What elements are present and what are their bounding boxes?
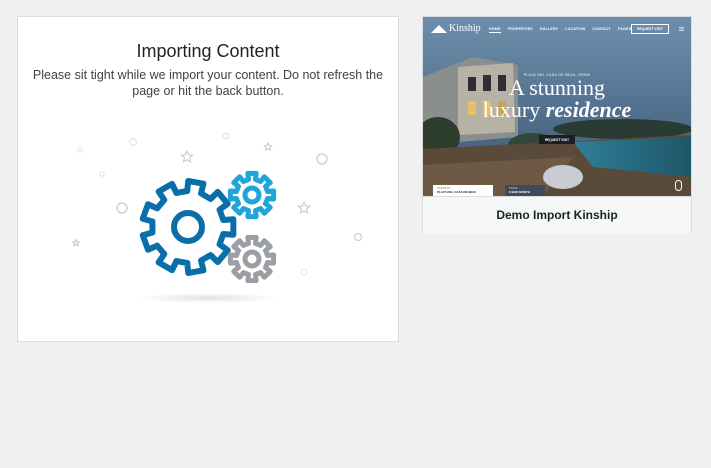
decor-circle xyxy=(353,232,363,242)
decor-circle xyxy=(77,147,83,153)
star-icon xyxy=(71,238,81,247)
preview-request-button: REQUEST VISIT xyxy=(631,24,669,34)
preview-price-value: $ 9900 MONTH xyxy=(509,190,531,194)
demo-card[interactable]: Kinship HOME PROPERTIES GALLERY LOCATION… xyxy=(422,16,692,233)
large-gear-icon xyxy=(139,178,237,276)
preview-headline-line1: A stunning xyxy=(509,75,605,100)
demo-name: Demo Import Kinship xyxy=(496,208,618,222)
star-icon xyxy=(262,141,274,152)
preview-nav-item: CONTACT xyxy=(592,27,612,31)
demo-footer: Demo Import Kinship xyxy=(423,196,691,233)
preview-address-value: PLAYA DEL CASA DE IBIZA xyxy=(437,190,477,194)
star-icon xyxy=(179,149,195,164)
preview-nav-item: GALLERY xyxy=(539,27,559,31)
gray-gear-icon xyxy=(227,234,277,284)
preview-hero-button: REQUEST VISIT xyxy=(539,135,575,144)
decor-circle xyxy=(222,132,230,140)
scroll-mouse-icon xyxy=(675,180,682,191)
small-blue-gear-icon xyxy=(227,170,277,220)
preview-headline-emphasis: residence xyxy=(545,97,632,122)
decor-circle xyxy=(316,153,328,165)
preview-nav: HOME PROPERTIES GALLERY LOCATION CONTACT… xyxy=(489,27,631,33)
preview-nav-item: HOME xyxy=(489,27,501,33)
preview-nav-item: PROPERTIES xyxy=(507,27,533,31)
import-progress-panel: Importing Content Please sit tight while… xyxy=(17,16,399,342)
gear-shadow xyxy=(136,293,280,303)
kinship-logo-icon xyxy=(431,24,447,33)
decor-circle xyxy=(99,171,105,177)
preview-headline-line2: luxury residence xyxy=(423,99,691,121)
decor-circle xyxy=(300,268,308,276)
preview-nav-item: PAGES xyxy=(618,27,632,31)
decor-circle xyxy=(128,137,138,147)
preview-headline-plain: luxury xyxy=(482,97,541,122)
preview-brand: Kinship xyxy=(431,23,481,34)
preview-nav-item: LOCATION xyxy=(565,27,586,31)
preview-address-card: ADDRESS PLAYA DEL CASA DE IBIZA xyxy=(433,185,493,196)
menu-icon xyxy=(679,27,684,31)
preview-brand-name: Kinship xyxy=(449,23,481,34)
decor-circle xyxy=(116,202,128,214)
demo-preview-image[interactable]: Kinship HOME PROPERTIES GALLERY LOCATION… xyxy=(423,17,691,196)
star-icon xyxy=(296,200,312,215)
gears-illustration xyxy=(71,132,363,303)
preview-price-card: PRICE $ 9900 MONTH xyxy=(505,185,545,196)
